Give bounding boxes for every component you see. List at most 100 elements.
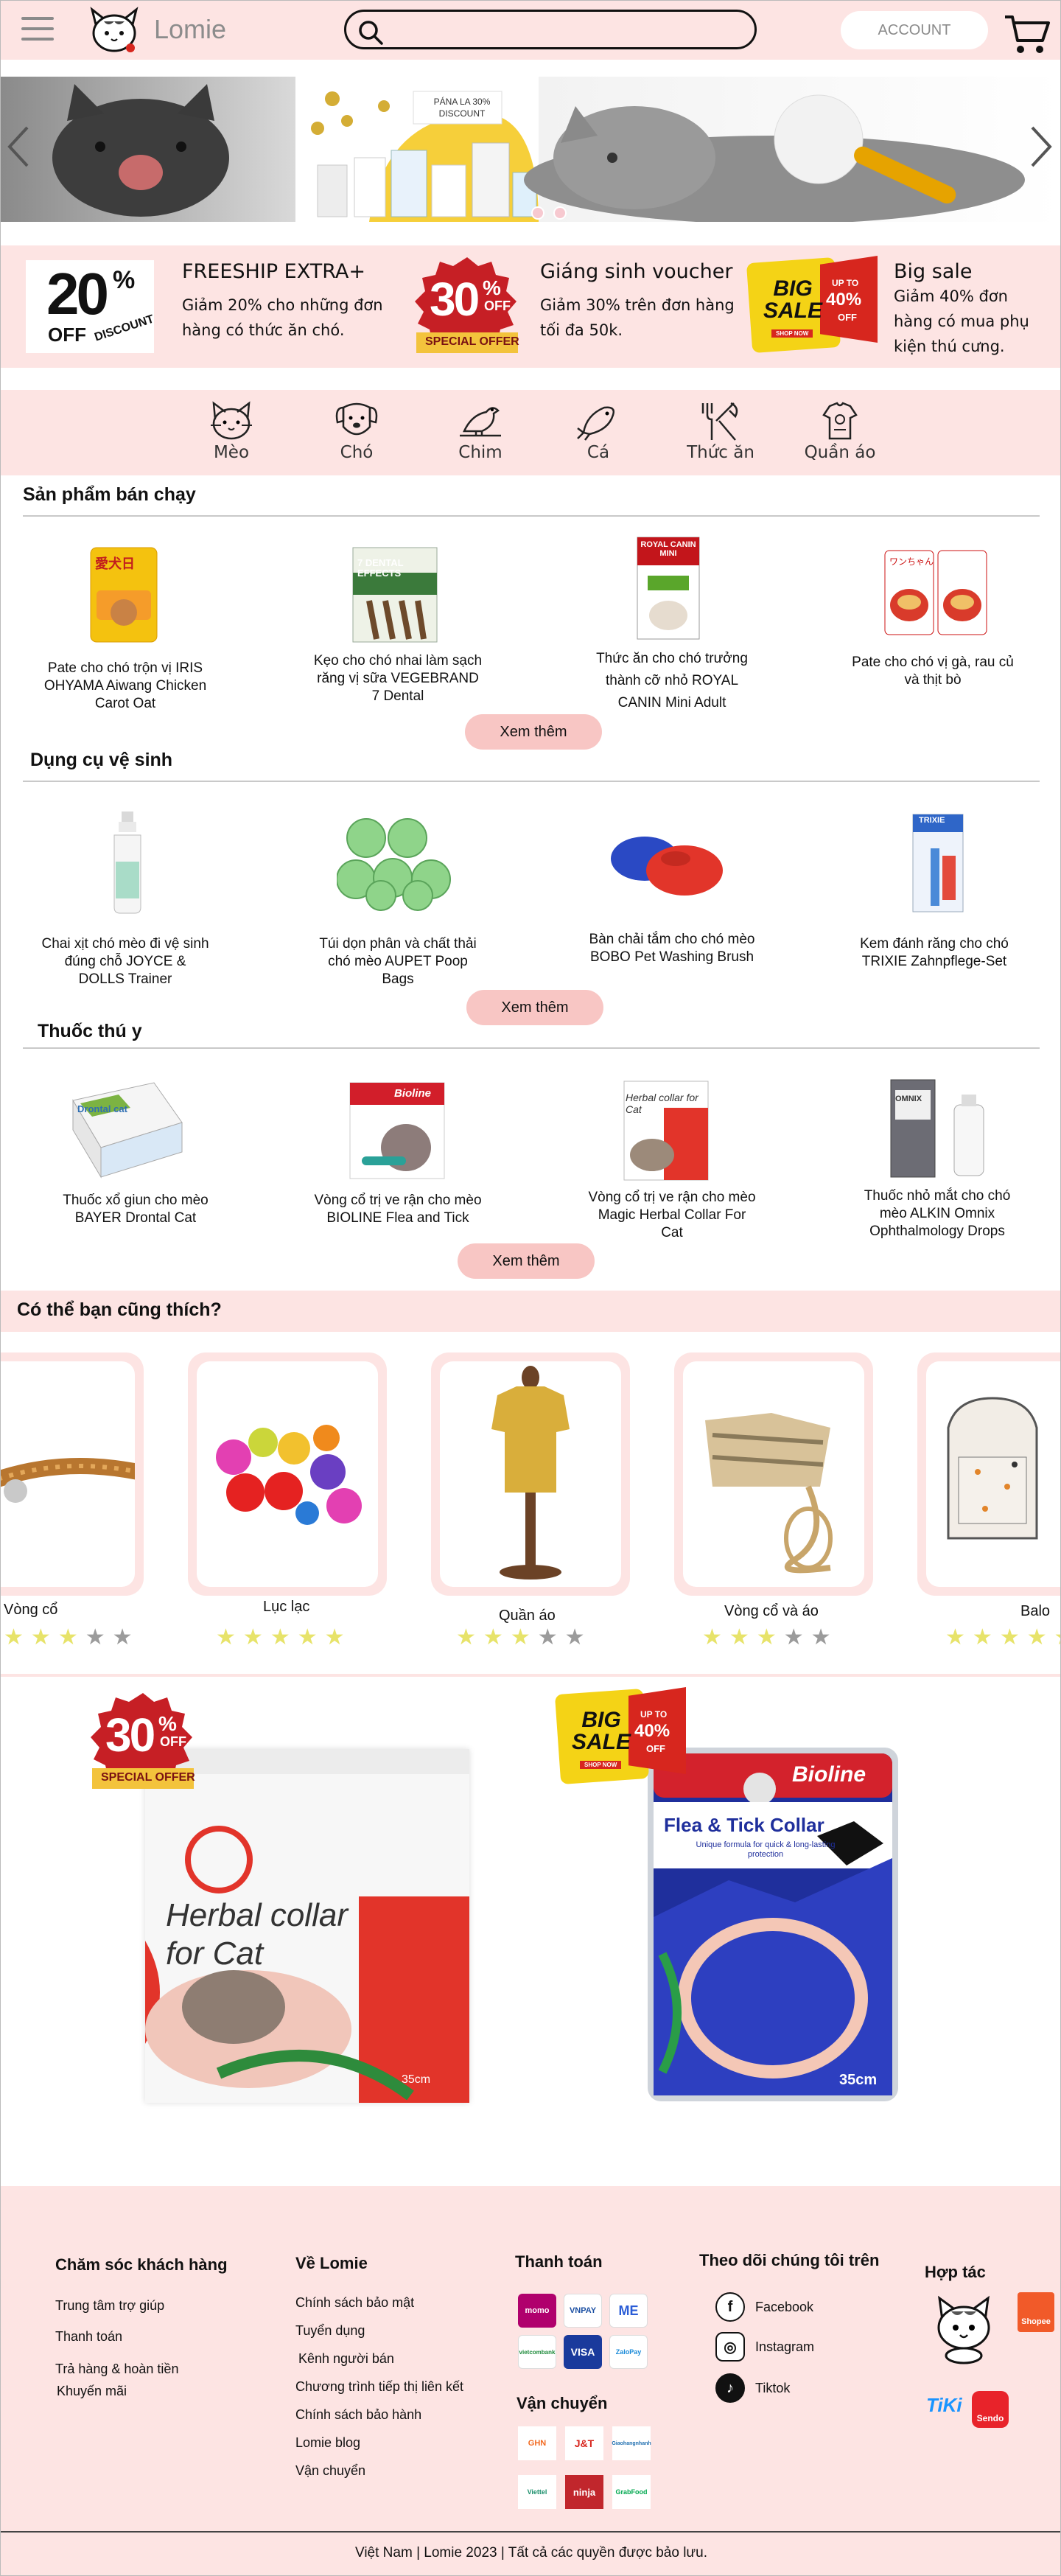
shipping-logo[interactable]: Giaohangnhanh	[612, 2426, 651, 2460]
product-image[interactable]	[883, 1075, 994, 1181]
footer-link[interactable]: Trả hàng & hoàn tiền	[55, 2362, 178, 2377]
ad-bioline-collar[interactable]: Bioline Flea & Tick Collar Unique formul…	[648, 1748, 898, 2101]
banner-dot-2[interactable]	[553, 206, 567, 220]
star-filled-icon[interactable]: ★	[702, 1625, 729, 1650]
suggestion-card[interactable]	[674, 1352, 873, 1596]
product-name[interactable]: Vòng cổ trị ve rận cho mèo BIOLINE Flea …	[313, 1192, 483, 1227]
payment-logo[interactable]: momo	[518, 2294, 556, 2328]
star-empty-icon[interactable]: ★	[565, 1625, 592, 1650]
category-fish[interactable]: Cá	[558, 400, 639, 462]
payment-logo[interactable]: ZaloPay	[609, 2335, 648, 2369]
special-offer-30-badge[interactable]: 30 % OFF SPECIAL OFFER	[412, 256, 522, 365]
star-filled-icon[interactable]: ★	[456, 1625, 483, 1650]
star-filled-icon[interactable]: ★	[483, 1625, 511, 1650]
product-name[interactable]: Chai xịt chó mèo đi vệ sinh đúng chỗ JOY…	[41, 935, 210, 988]
category-clothes[interactable]: Quần áo	[799, 400, 880, 462]
product-name[interactable]: Thuốc xổ giun cho mèo BAYER Drontal Cat	[51, 1192, 220, 1227]
cart-icon[interactable]	[1003, 13, 1051, 55]
payment-logo[interactable]: VNPAY	[564, 2294, 602, 2328]
payment-logo[interactable]: vietcombank	[518, 2335, 556, 2369]
banner-prev-arrow-icon[interactable]	[5, 125, 32, 169]
banner-next-arrow-icon[interactable]	[1028, 125, 1054, 169]
shipping-logo[interactable]: GrabFood	[612, 2475, 651, 2509]
product-name[interactable]: Bàn chải tắm cho chó mèo BOBO Pet Washin…	[587, 931, 757, 966]
social-link-instagram[interactable]: ◎ Instagram	[715, 2332, 814, 2362]
star-filled-icon[interactable]: ★	[58, 1625, 85, 1650]
star-filled-icon[interactable]: ★	[511, 1625, 538, 1650]
product-name[interactable]: Pate cho chó trộn vị IRIS OHYAMA Aiwang …	[41, 660, 210, 713]
footer-link[interactable]: Chính sách bảo mật	[295, 2295, 414, 2311]
product-image[interactable]	[605, 829, 727, 900]
account-button[interactable]: ACCOUNT	[841, 11, 988, 49]
search-input[interactable]	[393, 18, 740, 41]
suggestion-card[interactable]	[188, 1352, 387, 1596]
search-bar[interactable]	[344, 10, 757, 49]
star-rating[interactable]: ★★★★★	[4, 1627, 140, 1649]
see-more-button[interactable]: Xem thêm	[466, 990, 603, 1025]
star-filled-icon[interactable]: ★	[4, 1625, 31, 1650]
social-link-facebook[interactable]: f Facebook	[715, 2292, 813, 2322]
shipping-logo[interactable]: J&T	[565, 2426, 603, 2460]
category-cat[interactable]: Mèo	[191, 400, 272, 462]
star-filled-icon[interactable]: ★	[325, 1625, 352, 1650]
star-filled-icon[interactable]: ★	[945, 1625, 973, 1650]
shipping-logo[interactable]: Viettel	[518, 2475, 556, 2509]
logo-cat-icon[interactable]	[86, 5, 142, 55]
product-name[interactable]: Kẹo cho chó nhai làm sạch răng vị sữa VE…	[313, 652, 483, 705]
ad-herbal-collar[interactable]: Herbal collar for Cat 35cm	[145, 1749, 469, 2103]
star-filled-icon[interactable]: ★	[243, 1625, 270, 1650]
brand-name[interactable]: Lomie	[154, 14, 226, 45]
partner-logo-shopee[interactable]: Shopee	[1018, 2292, 1054, 2332]
star-filled-icon[interactable]: ★	[216, 1625, 243, 1650]
partner-logo-tiki[interactable]: TiKi	[926, 2394, 962, 2417]
star-empty-icon[interactable]: ★	[85, 1625, 113, 1650]
product-name[interactable]: Vòng cổ trị ve rận cho mèo Magic Herbal …	[587, 1189, 757, 1242]
star-filled-icon[interactable]: ★	[1027, 1625, 1054, 1650]
category-dog[interactable]: Chó	[316, 400, 397, 462]
partner-lomie-cat-icon[interactable]	[931, 2291, 997, 2364]
product-name[interactable]: Pate cho chó vị gà, rau củ và thịt bò	[848, 654, 1018, 689]
star-empty-icon[interactable]: ★	[811, 1625, 838, 1650]
suggestion-label[interactable]: Balo	[1020, 1603, 1050, 1620]
product-name[interactable]: Túi dọn phân và chất thải chó mèo AUPET …	[313, 935, 483, 988]
star-filled-icon[interactable]: ★	[1000, 1625, 1027, 1650]
suggestion-card[interactable]	[1, 1352, 144, 1596]
shipping-logo[interactable]: GHN	[518, 2426, 556, 2460]
suggestion-label[interactable]: Lục lạc	[263, 1599, 309, 1616]
shipping-logo[interactable]: ninja	[565, 2475, 603, 2509]
footer-link[interactable]: Trung tâm trợ giúp	[55, 2298, 164, 2314]
discount-20-badge[interactable]: 20 % OFF DISCOUNT	[26, 260, 155, 353]
suggestion-card[interactable]	[917, 1352, 1060, 1596]
suggestion-label[interactable]: Vòng cổ	[4, 1602, 57, 1619]
star-filled-icon[interactable]: ★	[757, 1625, 784, 1650]
product-name[interactable]: Thuốc nhỏ mắt cho chó mèo ALKIN Omnix Op…	[852, 1187, 1022, 1240]
star-filled-icon[interactable]: ★	[270, 1625, 298, 1650]
hero-banner[interactable]: PÁNA LA 30% DISCOUNT	[1, 77, 1060, 222]
footer-link[interactable]: Vận chuyển	[295, 2463, 365, 2479]
star-filled-icon[interactable]: ★	[31, 1625, 58, 1650]
suggestion-card[interactable]	[431, 1352, 630, 1596]
banner-dot-1[interactable]	[531, 206, 544, 220]
product-name[interactable]: Thức ăn cho chó trưởng thành cỡ nhỏ ROYA…	[587, 648, 757, 714]
star-rating[interactable]: ★★★★★	[945, 1625, 1060, 1650]
footer-link[interactable]: Lomie blog	[295, 2435, 360, 2451]
footer-link[interactable]: Tuyển dụng	[295, 2323, 365, 2339]
big-sale-40-badge[interactable]: BIG SALE UP TO 40% OFF SHOP NOW	[746, 256, 879, 354]
big-sale-40-badge[interactable]: BIG SALE UP TO 40% OFF SHOP NOW	[554, 1687, 687, 1785]
category-bird[interactable]: Chim	[440, 400, 521, 462]
menu-icon[interactable]	[21, 17, 54, 41]
payment-logo[interactable]: VISA	[564, 2335, 602, 2369]
product-image[interactable]	[66, 1078, 186, 1181]
footer-link[interactable]: Kênh người bán	[298, 2351, 394, 2367]
see-more-button[interactable]: Xem thêm	[465, 714, 602, 750]
star-empty-icon[interactable]: ★	[784, 1625, 811, 1650]
product-image[interactable]	[107, 810, 148, 915]
star-filled-icon[interactable]: ★	[1054, 1625, 1060, 1650]
star-rating[interactable]: ★★★★★	[216, 1627, 352, 1649]
product-image[interactable]	[337, 813, 455, 912]
suggestion-label[interactable]: Vòng cổ và áo	[724, 1603, 819, 1620]
footer-link[interactable]: Thanh toán	[55, 2329, 122, 2345]
partner-logo-sendo[interactable]: Sendo	[972, 2391, 1009, 2428]
star-filled-icon[interactable]: ★	[973, 1625, 1000, 1650]
social-link-tiktok[interactable]: ♪ Tiktok	[715, 2373, 790, 2403]
